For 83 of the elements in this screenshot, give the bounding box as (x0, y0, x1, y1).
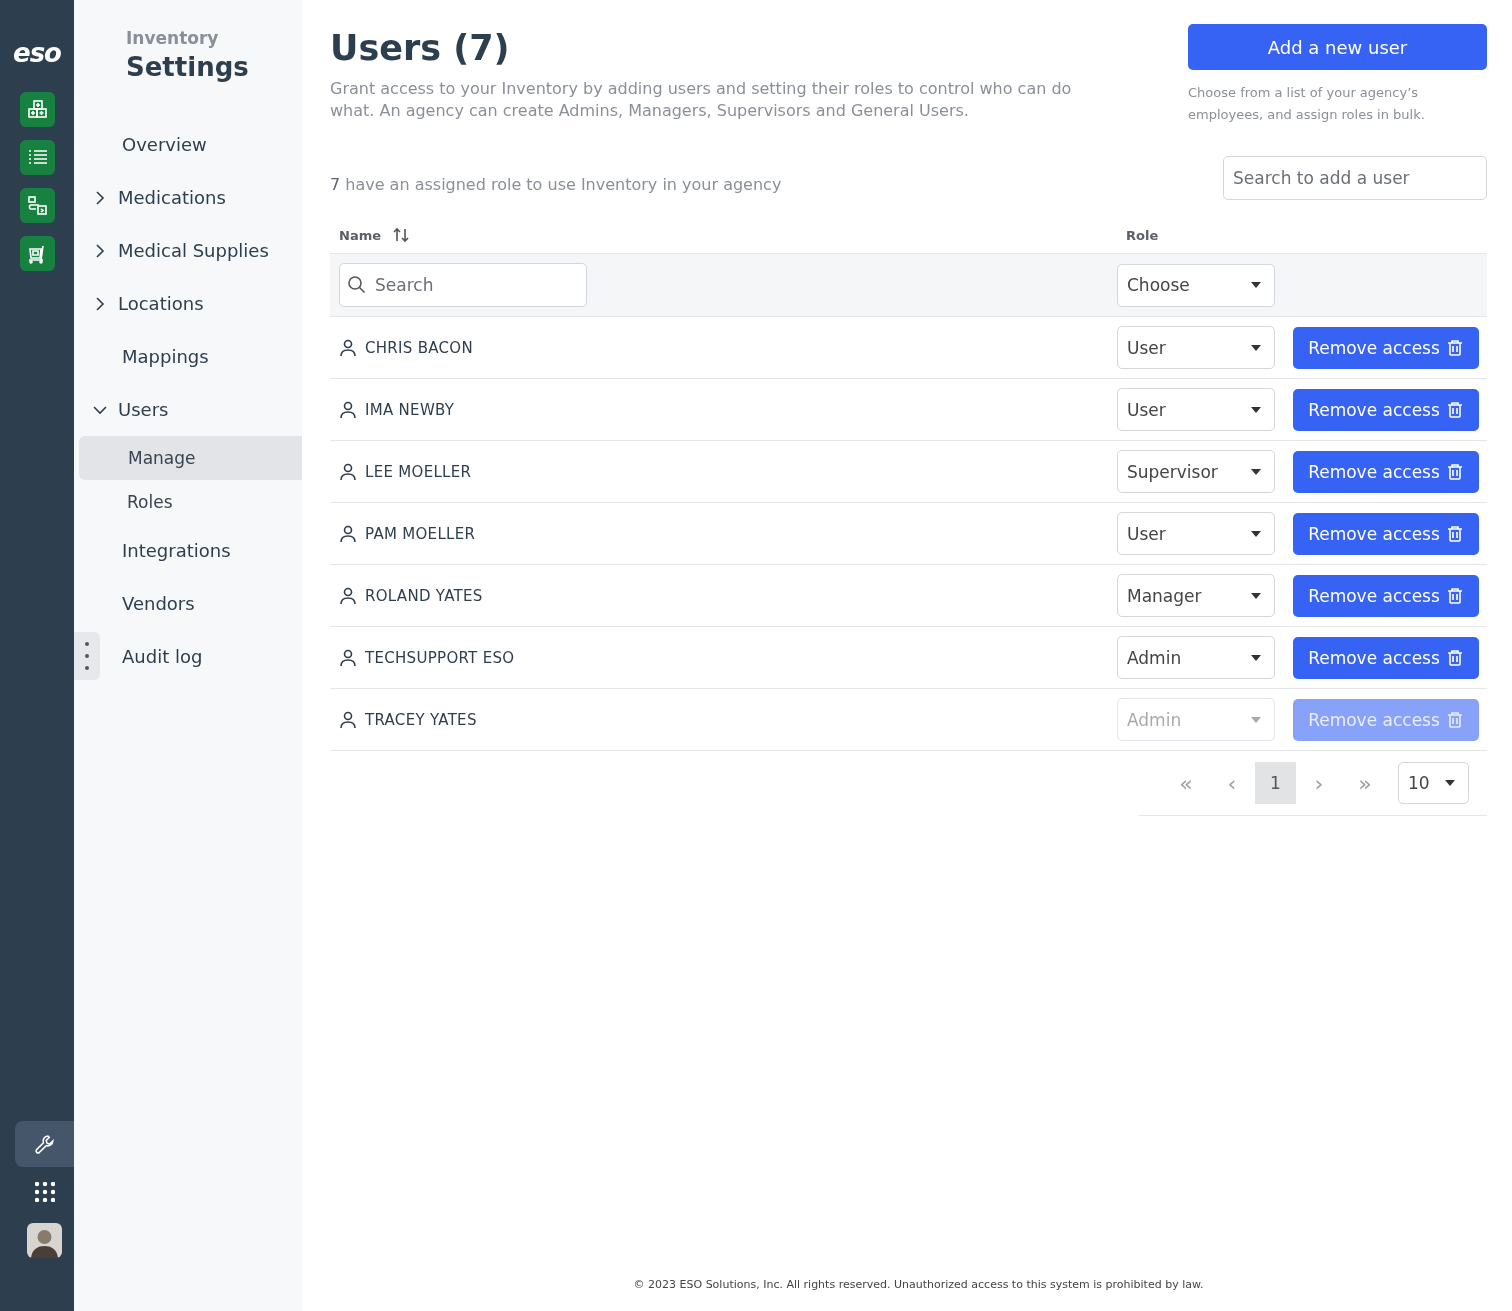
caret-icon (1251, 716, 1261, 723)
trash-icon (1445, 524, 1464, 543)
trash-icon (1445, 462, 1464, 481)
role-dropdown[interactable]: Admin (1117, 636, 1275, 679)
remove-access-button[interactable]: Remove access (1293, 636, 1479, 679)
role-dropdown[interactable]: Manager (1117, 574, 1275, 617)
page-button[interactable]: 1 (1255, 762, 1296, 804)
nav-subitem[interactable]: Roles (79, 480, 302, 524)
add-user-hint: Choose from a list of your agency’s employees, and assign roles in bulk. (1188, 84, 1426, 124)
grid-dots-icon (34, 1182, 55, 1202)
person-icon (339, 338, 357, 357)
person-icon (339, 462, 357, 481)
wrench-icon (33, 1132, 56, 1156)
boxes-icon (25, 98, 49, 121)
user-name: TRACEY YATES (365, 710, 477, 729)
remove-access-button[interactable]: Remove access (1293, 512, 1479, 555)
remove-access-button[interactable]: Remove access (1293, 388, 1479, 431)
trash-icon (1445, 586, 1464, 605)
avatar-icon (27, 1222, 62, 1258)
role-dropdown[interactable]: User (1117, 512, 1275, 555)
user-name: TECHSUPPORT ESO (365, 648, 515, 667)
trash-icon (1445, 710, 1464, 729)
caret-icon (1251, 344, 1261, 351)
app-tile[interactable] (19, 92, 55, 127)
caret-icon (1445, 780, 1455, 786)
page-description: Grant access to your Inventory by adding users and setting their roles to control who can do what. An agency can create Admins, Managers, Supervisors and General Users. (330, 78, 1073, 122)
app-tile[interactable] (19, 188, 55, 223)
nav-title: Settings (126, 52, 250, 82)
sort-arrows-icon (393, 227, 409, 243)
nav-subitem[interactable]: Manage (79, 436, 302, 480)
nav-link[interactable]: Overview (122, 134, 207, 155)
role-filter-dropdown[interactable]: Choose (1117, 263, 1275, 307)
person-icon (339, 524, 357, 543)
app-tile[interactable] (19, 140, 55, 175)
search-icon (347, 275, 366, 294)
caret-icon (1251, 406, 1261, 413)
nav-link[interactable]: Vendors (122, 593, 195, 614)
remove-access-button[interactable]: Remove access (1293, 326, 1479, 369)
trash-icon (1445, 338, 1464, 357)
user-name: PAM MOELLER (365, 524, 476, 543)
collapse-handle[interactable] (74, 632, 100, 680)
user-name: ROLAND YATES (365, 586, 483, 605)
caret-icon (1251, 654, 1261, 661)
app-name: Inventory (126, 28, 220, 48)
trash-icon (1445, 648, 1464, 667)
nav-link[interactable]: Mappings (122, 346, 209, 367)
caret-icon (1251, 530, 1261, 537)
nav-group-toggle[interactable]: Locations (74, 277, 302, 330)
flow-chart-icon (25, 194, 49, 217)
nav-link[interactable]: Audit log (122, 646, 203, 667)
user-name: IMA NEWBY (365, 400, 455, 419)
role-dropdown[interactable]: User (1117, 388, 1275, 431)
page-size-dropdown[interactable]: 10 (1398, 762, 1469, 804)
column-header[interactable]: Name (339, 227, 381, 243)
nav-group-toggle[interactable]: Users (74, 383, 302, 436)
person-icon (339, 710, 357, 729)
user-count-text: 7 have an assigned role to use Inventory in your agency (330, 175, 782, 194)
page-title: Users (7) (330, 28, 511, 68)
column-header: Role (1126, 227, 1159, 243)
role-dropdown[interactable]: User (1117, 326, 1275, 369)
person-icon (339, 586, 357, 605)
app-tile[interactable] (19, 236, 55, 271)
name-search-field[interactable]: Search (339, 263, 587, 307)
add-user-search-field[interactable]: Search to add a user (1223, 156, 1487, 200)
remove-access-button[interactable]: Remove access (1293, 450, 1479, 493)
remove-access-button[interactable]: Remove access (1293, 574, 1479, 617)
user-name: LEE MOELLER (365, 462, 472, 481)
caret-icon (1251, 282, 1261, 288)
person-icon (339, 400, 357, 419)
footer-text: © 2023 ESO Solutions, Inc. All rights reserved. Unauthorized access to this system is prohibited by law. (633, 1278, 1204, 1291)
vertical-dots-icon (85, 642, 89, 670)
nav-group-toggle[interactable]: Medical Supplies (74, 224, 302, 277)
nav-group-toggle[interactable]: Medications (74, 171, 302, 224)
trash-icon (1445, 400, 1464, 419)
caret-icon (1251, 592, 1261, 599)
logo-text[interactable]: eso (13, 38, 61, 68)
caret-icon (1251, 468, 1261, 475)
user-name: CHRIS BACON (365, 338, 473, 357)
person-icon (339, 648, 357, 667)
nav-link[interactable]: Integrations (122, 540, 231, 561)
role-dropdown[interactable]: Supervisor (1117, 450, 1275, 493)
settings-button[interactable] (15, 1121, 74, 1167)
add-user-button[interactable]: Add a new user (1188, 24, 1487, 70)
